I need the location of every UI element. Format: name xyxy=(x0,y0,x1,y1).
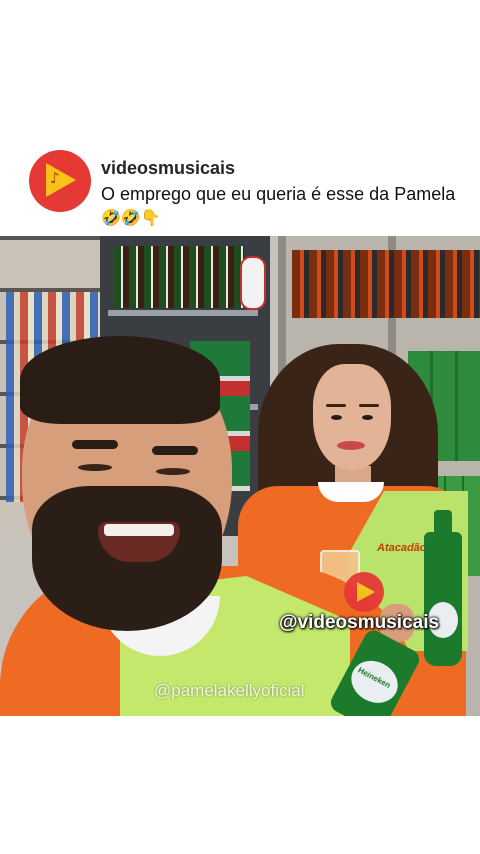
cooler-sign xyxy=(240,256,266,310)
shirt-brand-logo: Atacadão xyxy=(377,542,427,554)
cooler-bottles xyxy=(114,246,244,308)
watermark-logo xyxy=(344,572,384,612)
bottle-neck xyxy=(434,510,452,540)
woman-brow xyxy=(359,404,379,407)
cooler-bottles xyxy=(292,250,480,318)
woman-face xyxy=(313,364,391,470)
man-eye xyxy=(78,464,112,471)
play-icon xyxy=(357,582,375,602)
watermark-handle: @videosmusicais xyxy=(279,612,440,633)
watermark-handle-secondary: @pamelakellyoficial xyxy=(154,681,305,700)
man-teeth xyxy=(104,524,174,536)
caption-text: O emprego que eu queria é esse da Pamela xyxy=(101,184,456,204)
man-brow xyxy=(152,446,198,455)
uniform-collar xyxy=(318,482,384,502)
caption-emojis: 🤣🤣👇 xyxy=(101,208,161,227)
post-caption: O emprego que eu queria é esse da Pamela… xyxy=(101,183,461,229)
woman-brow xyxy=(326,404,346,407)
woman-eye xyxy=(331,415,342,420)
woman-lips xyxy=(337,441,365,450)
video-frame[interactable]: Atacadão Heineken @videosmusicais @pamel… xyxy=(0,236,480,716)
cooler-shelf xyxy=(108,310,258,316)
post-username[interactable]: videosmusicais xyxy=(101,158,235,179)
woman-eye xyxy=(362,415,373,420)
man-eye xyxy=(156,468,190,475)
man-brow xyxy=(72,440,118,449)
man-hair xyxy=(20,336,220,424)
beer-bottle xyxy=(424,510,462,666)
account-avatar[interactable]: ♪ xyxy=(29,150,91,212)
music-note-icon: ♪ xyxy=(50,169,60,187)
